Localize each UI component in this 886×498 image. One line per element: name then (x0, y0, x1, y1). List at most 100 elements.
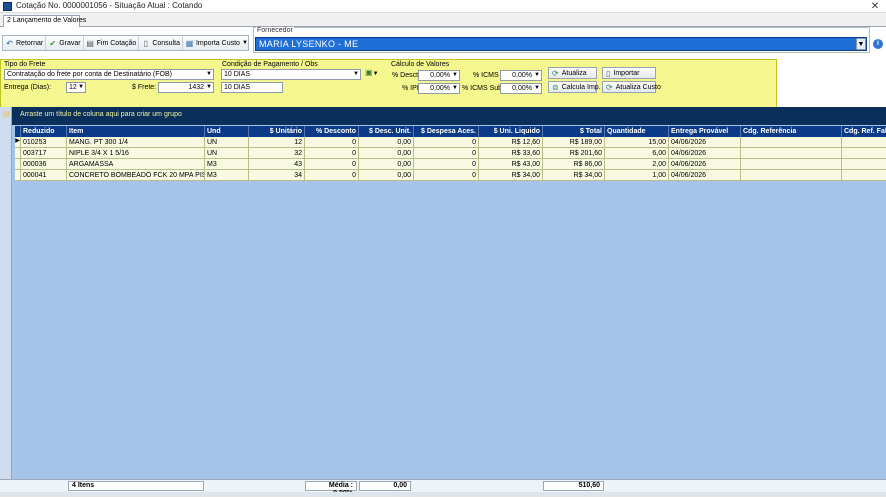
consulta-label: Consulta (152, 39, 180, 47)
calcula-imp-button[interactable]: ⊜ Calcula Imp. (548, 81, 601, 93)
cell-reduzido[interactable]: 010253 (21, 137, 67, 147)
cell-item[interactable]: CONCRETO BOMBEADO FCK 20 MPA PISO (67, 170, 205, 180)
retornar-button[interactable]: ↶ Retornar (3, 36, 47, 50)
column-header[interactable]: $ Unitário (249, 126, 305, 137)
cell-desc-unit[interactable]: 0,00 (359, 137, 414, 147)
cell-despesa[interactable]: 0 (414, 159, 479, 169)
cell-ref-fab[interactable] (842, 148, 886, 158)
cell-desconto[interactable]: 0 (305, 159, 359, 169)
column-header[interactable]: Entrega Provável (669, 126, 741, 137)
table-row[interactable]: ▶ 010253 MANG. PT 300 1/4 UN 12 0 0,00 0… (15, 137, 886, 148)
cell-reduzido[interactable]: 003717 (21, 148, 67, 158)
atualiza-custo-button[interactable]: ⟳ Atualiza Custo (602, 81, 661, 93)
column-header[interactable]: $ Desc. Unit. (359, 126, 414, 137)
cell-unitario[interactable]: 32 (249, 148, 305, 158)
cell-liquido[interactable]: R$ 12,60 (479, 137, 543, 147)
cell-liquido[interactable]: R$ 34,00 (479, 170, 543, 180)
cell-unitario[interactable]: 34 (249, 170, 305, 180)
cell-despesa[interactable]: 0 (414, 148, 479, 158)
window-title: Cotação No. 0000001056 - Situação Atual … (16, 1, 203, 10)
cell-entrega[interactable]: 04/06/2026 (669, 148, 741, 158)
cell-desc-unit[interactable]: 0,00 (359, 148, 414, 158)
cell-reduzido[interactable]: 000036 (21, 159, 67, 169)
column-header[interactable]: % Desconto (305, 126, 359, 137)
column-header[interactable]: $ Despesa Aces. (414, 126, 479, 137)
cell-referencia[interactable] (741, 159, 842, 169)
cell-desconto[interactable]: 0 (305, 148, 359, 158)
cell-despesa[interactable]: 0 (414, 170, 479, 180)
column-header[interactable]: $ Total (543, 126, 605, 137)
cell-referencia[interactable] (741, 170, 842, 180)
pagamento-select[interactable]: 10 DIAS ▼ (221, 69, 361, 80)
cell-quantidade[interactable]: 1,00 (605, 170, 669, 180)
cell-unitario[interactable]: 12 (249, 137, 305, 147)
column-header[interactable]: Und (205, 126, 249, 137)
column-header[interactable]: Reduzido (21, 126, 67, 137)
chevron-down-icon[interactable]: ▼ (242, 40, 248, 46)
column-header[interactable]: Cdg. Referência (741, 126, 842, 137)
table-row[interactable]: 000036 ARGAMASSA M3 43 0 0,00 0 R$ 43,00… (15, 159, 886, 170)
obs-field[interactable]: 10 DIAS (221, 82, 283, 93)
cell-total[interactable]: R$ 34,00 (543, 170, 605, 180)
grid-customize-icon[interactable]: ▤ (3, 110, 11, 118)
info-icon[interactable]: i (873, 39, 883, 49)
chevron-down-icon[interactable]: ▼ (856, 38, 866, 50)
importar-button[interactable]: ▯ Importar (602, 67, 656, 79)
cell-despesa[interactable]: 0 (414, 137, 479, 147)
fornecedor-select[interactable]: MARIA LYSENKO - ME (255, 37, 867, 51)
cell-item[interactable]: NIPLE 3/4 X 1 5/16 (67, 148, 205, 158)
cell-referencia[interactable] (741, 137, 842, 147)
atualiza-button[interactable]: ⟳ Atualiza (548, 67, 597, 79)
entrega-dias-stepper[interactable]: 12 ▼ (66, 82, 86, 93)
cell-quantidade[interactable]: 2,00 (605, 159, 669, 169)
cell-und[interactable]: M3 (205, 170, 249, 180)
frete-stepper[interactable]: 1432 ▼ (158, 82, 214, 93)
icms-stepper[interactable]: 0,00% ▼ (500, 70, 542, 81)
cell-total[interactable]: R$ 189,00 (543, 137, 605, 147)
cell-total[interactable]: R$ 201,60 (543, 148, 605, 158)
tipo-frete-select[interactable]: Contratação do frete por conta de Destin… (4, 69, 214, 80)
cell-liquido[interactable]: R$ 33,60 (479, 148, 543, 158)
retornar-label: Retornar (16, 39, 44, 47)
pagamento-options-button[interactable]: ▣▼ (365, 68, 383, 80)
cell-reduzido[interactable]: 000041 (21, 170, 67, 180)
close-icon[interactable]: ✕ (868, 0, 882, 13)
cell-item[interactable]: ARGAMASSA (67, 159, 205, 169)
icms-sub-stepper[interactable]: 0,00% ▼ (500, 83, 542, 94)
cell-desconto[interactable]: 0 (305, 137, 359, 147)
cell-referencia[interactable] (741, 148, 842, 158)
cell-entrega[interactable]: 04/06/2026 (669, 137, 741, 147)
cell-desc-unit[interactable]: 0,00 (359, 170, 414, 180)
column-header[interactable]: $ Uni. Liquido (479, 126, 543, 137)
fim-cotacao-button[interactable]: ▤ Fim Cotação (84, 36, 140, 50)
cell-liquido[interactable]: R$ 43,00 (479, 159, 543, 169)
column-header[interactable]: Item (67, 126, 205, 137)
cell-desc-unit[interactable]: 0,00 (359, 159, 414, 169)
cell-unitario[interactable]: 43 (249, 159, 305, 169)
cell-desconto[interactable]: 0 (305, 170, 359, 180)
cell-und[interactable]: UN (205, 137, 249, 147)
table-row[interactable]: 000041 CONCRETO BOMBEADO FCK 20 MPA PISO… (15, 170, 886, 181)
ipi-stepper[interactable]: 0,00% ▼ (418, 83, 460, 94)
table-row[interactable]: 003717 NIPLE 3/4 X 1 5/16 UN 32 0 0,00 0… (15, 148, 886, 159)
cell-und[interactable]: M3 (205, 159, 249, 169)
desconto-stepper[interactable]: 0,00% ▼ (418, 70, 460, 81)
gravar-button[interactable]: ✔ Gravar (46, 36, 84, 50)
cell-und[interactable]: UN (205, 148, 249, 158)
column-header[interactable]: Quantidade (605, 126, 669, 137)
consulta-button[interactable]: ▯ Consulta (139, 36, 183, 50)
cell-item[interactable]: MANG. PT 300 1/4 (67, 137, 205, 147)
cell-total[interactable]: R$ 86,00 (543, 159, 605, 169)
group-by-panel[interactable]: Arraste um título de coluna aqui para cr… (12, 107, 886, 125)
cell-ref-fab[interactable] (842, 137, 886, 147)
column-header[interactable]: Cdg. Ref. Fab (842, 126, 886, 137)
cell-ref-fab[interactable] (842, 170, 886, 180)
importa-custo-button[interactable]: ▦ Importa Custo ▼ (183, 36, 250, 50)
refresh-icon: ⟳ (552, 68, 559, 78)
cell-entrega[interactable]: 04/06/2026 (669, 170, 741, 180)
cell-quantidade[interactable]: 6,00 (605, 148, 669, 158)
cell-quantidade[interactable]: 15,00 (605, 137, 669, 147)
status-bar (0, 492, 886, 497)
cell-entrega[interactable]: 04/06/2026 (669, 159, 741, 169)
cell-ref-fab[interactable] (842, 159, 886, 169)
